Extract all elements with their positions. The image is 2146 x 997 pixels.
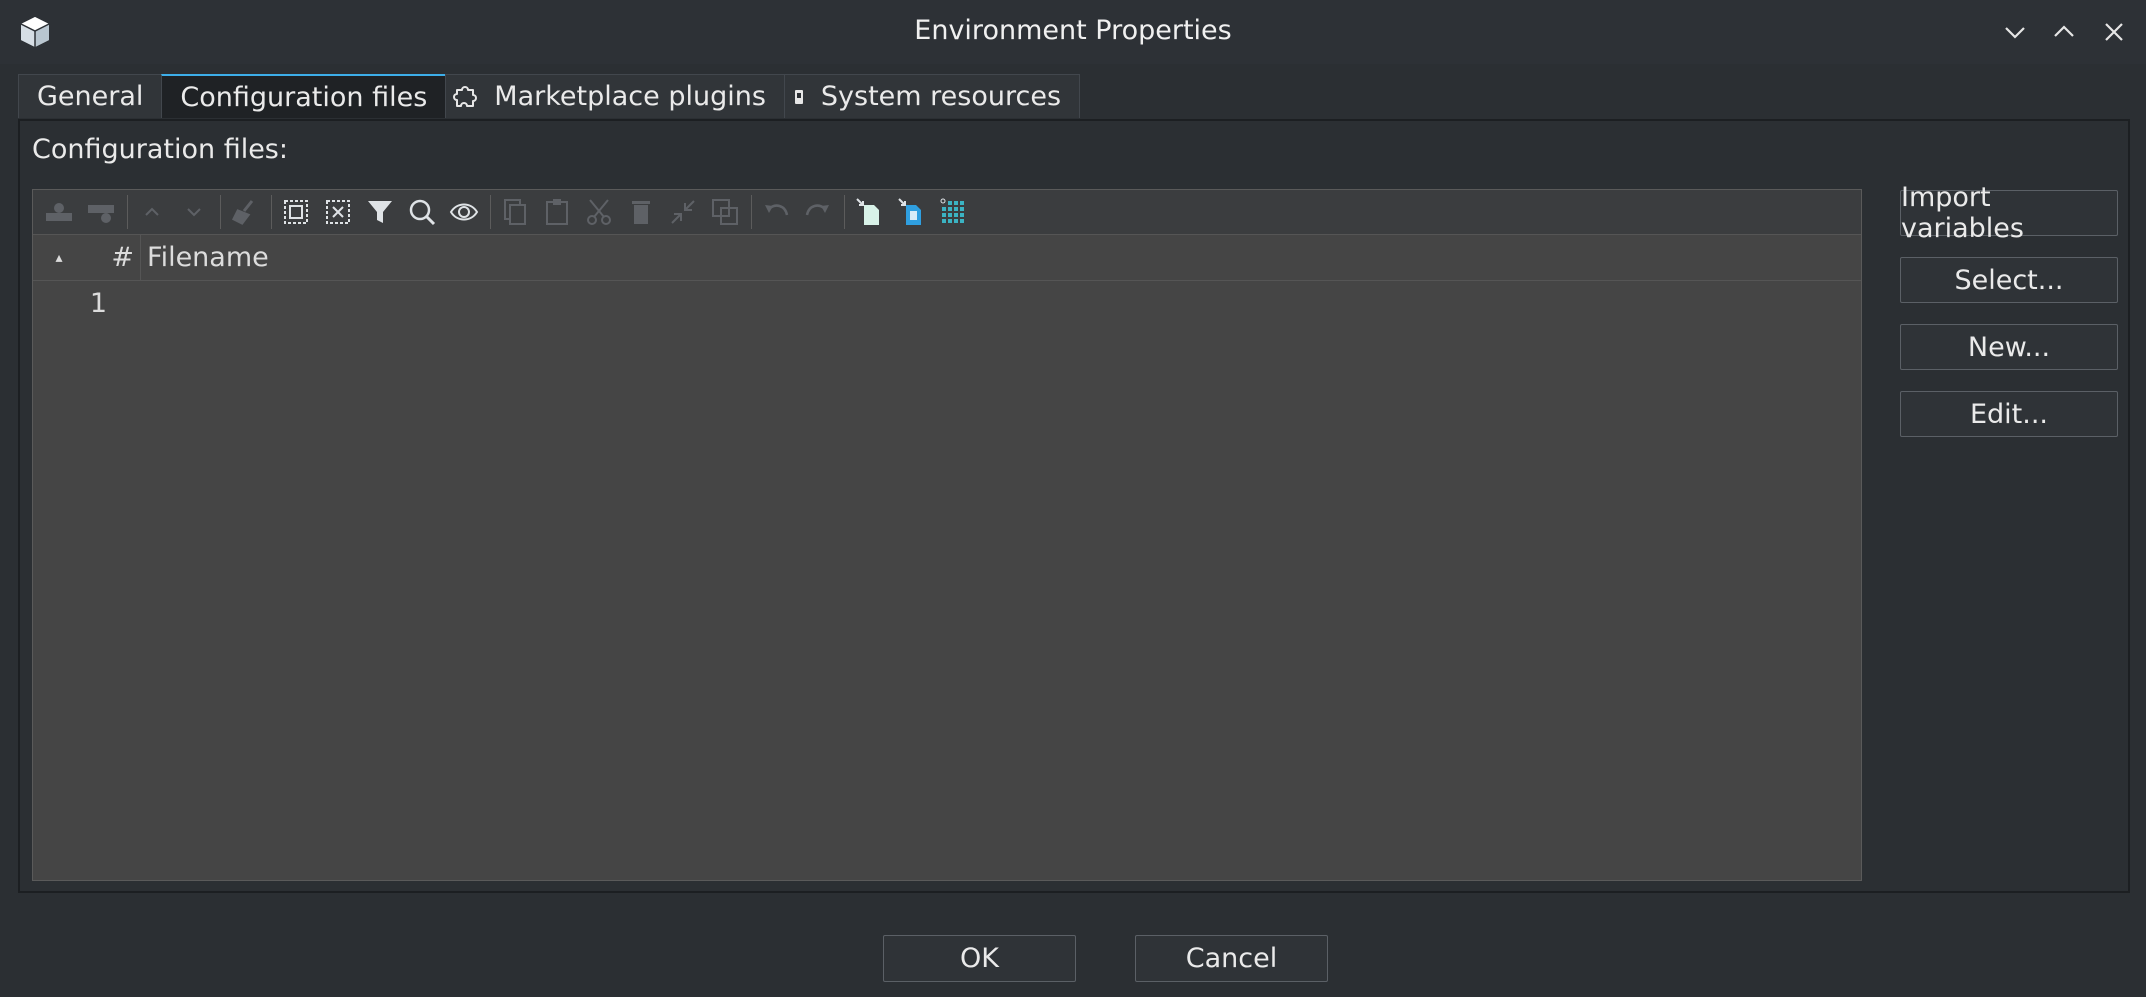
- column-header-number[interactable]: #: [85, 235, 141, 280]
- tab-configuration-files[interactable]: Configuration files: [161, 74, 447, 118]
- toolbar-separator: [271, 195, 272, 229]
- remove-row-icon[interactable]: [81, 192, 121, 232]
- memory-icon: [789, 87, 809, 107]
- tab-system-resources[interactable]: System resources: [783, 74, 1081, 118]
- tab-label: System resources: [820, 81, 1062, 112]
- puzzle-icon: [450, 81, 482, 113]
- duplicate-icon[interactable]: [705, 192, 745, 232]
- delete-icon[interactable]: [621, 192, 661, 232]
- table-toolbar: [33, 190, 1861, 235]
- maximize-button[interactable]: [2044, 14, 2084, 50]
- tab-label: General: [37, 81, 144, 112]
- close-icon: [2105, 23, 2123, 41]
- configuration-files-table: ▴ # Filename 1: [32, 189, 1862, 881]
- eye-icon[interactable]: [444, 192, 484, 232]
- chevron-up-icon: [2054, 25, 2074, 37]
- move-down-icon[interactable]: [174, 192, 214, 232]
- deselect-icon[interactable]: [318, 192, 358, 232]
- toolbar-separator: [490, 195, 491, 229]
- window-title: Environment Properties: [914, 15, 1232, 46]
- move-up-icon[interactable]: [132, 192, 172, 232]
- filter-icon[interactable]: [360, 192, 400, 232]
- grid-icon[interactable]: [933, 192, 973, 232]
- cancel-button[interactable]: Cancel: [1135, 935, 1328, 982]
- paste-icon[interactable]: [537, 192, 577, 232]
- toolbar-separator: [844, 195, 845, 229]
- clear-icon[interactable]: [225, 192, 265, 232]
- column-header-filename[interactable]: Filename: [141, 242, 269, 273]
- row-number: 1: [89, 287, 107, 319]
- cut-icon[interactable]: [579, 192, 619, 232]
- tab-label: Configuration files: [180, 81, 428, 113]
- tab-marketplace-plugins[interactable]: Marketplace plugins: [445, 74, 785, 118]
- tab-general[interactable]: General: [18, 74, 163, 118]
- title-bar: Environment Properties: [0, 0, 2146, 64]
- import-icon[interactable]: [849, 192, 889, 232]
- search-icon[interactable]: [402, 192, 442, 232]
- add-row-icon[interactable]: [39, 192, 79, 232]
- new-button[interactable]: New...: [1900, 324, 2118, 370]
- select-button[interactable]: Select...: [1900, 257, 2118, 303]
- collapse-icon[interactable]: [663, 192, 703, 232]
- minimize-button[interactable]: [1995, 14, 2035, 50]
- chevron-down-icon: [2005, 27, 2025, 39]
- sort-indicator[interactable]: ▴: [33, 235, 85, 280]
- copy-icon[interactable]: [495, 192, 535, 232]
- toolbar-separator: [751, 195, 752, 229]
- close-button[interactable]: [2094, 14, 2134, 50]
- ok-button[interactable]: OK: [883, 935, 1076, 982]
- tab-bar: General Configuration files Marketplace …: [18, 74, 1081, 120]
- toolbar-separator: [127, 195, 128, 229]
- undo-icon[interactable]: [756, 192, 796, 232]
- table-row[interactable]: 1: [33, 281, 1861, 325]
- edit-button[interactable]: Edit...: [1900, 391, 2118, 437]
- toolbar-separator: [220, 195, 221, 229]
- select-all-icon[interactable]: [276, 192, 316, 232]
- redo-icon[interactable]: [798, 192, 838, 232]
- export-icon[interactable]: [891, 192, 931, 232]
- import-variables-button[interactable]: Import variables: [1900, 182, 2118, 244]
- tab-label: Marketplace plugins: [494, 81, 766, 112]
- configuration-files-label: Configuration files:: [32, 134, 288, 165]
- table-header: ▴ # Filename: [33, 235, 1861, 281]
